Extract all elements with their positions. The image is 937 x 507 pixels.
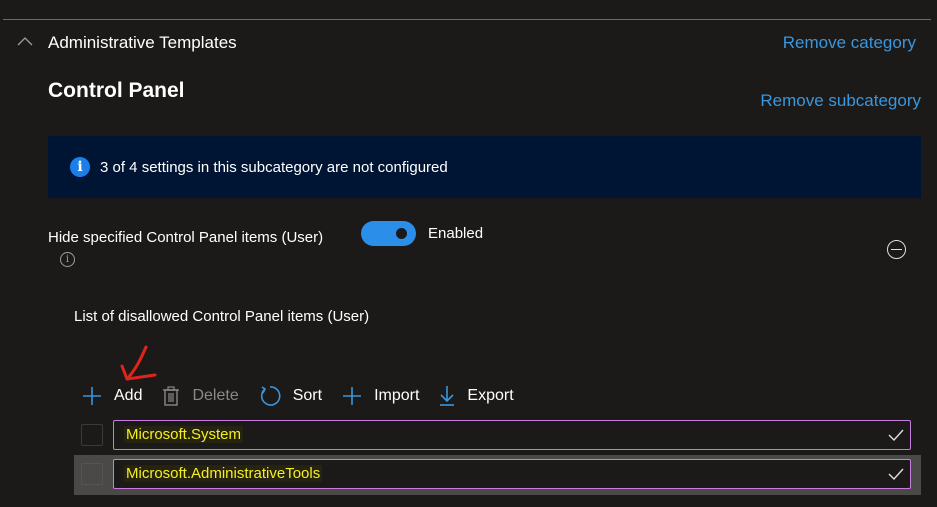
- row-checkbox[interactable]: [81, 463, 103, 485]
- list-label: List of disallowed Control Panel items (…: [74, 308, 370, 325]
- list-toolbar: Add Delete Sort Import Export: [82, 382, 534, 410]
- info-banner: i 3 of 4 settings in this subcategory ar…: [48, 136, 921, 198]
- export-label: Export: [467, 387, 514, 404]
- download-icon: [440, 386, 455, 406]
- plus-icon: [83, 387, 101, 405]
- import-button[interactable]: Import: [342, 386, 419, 406]
- import-label: Import: [374, 387, 420, 404]
- toggle-state-label: Enabled: [428, 225, 484, 242]
- info-banner-text: 3 of 4 settings in this subcategory are …: [100, 158, 448, 176]
- divider: [3, 19, 931, 20]
- trash-icon: [163, 386, 180, 406]
- sort-label: Sort: [292, 387, 323, 404]
- remove-subcategory-link[interactable]: Remove subcategory: [760, 91, 921, 111]
- sort-button[interactable]: Sort: [259, 385, 322, 407]
- annotation-arrow-icon: [120, 345, 157, 381]
- plus-icon: [343, 387, 362, 405]
- remove-category-link[interactable]: Remove category: [783, 33, 916, 53]
- category-title: Administrative Templates: [48, 33, 237, 52]
- delete-button[interactable]: Delete: [162, 386, 239, 406]
- enabled-toggle[interactable]: [361, 221, 416, 246]
- item-text-field[interactable]: Microsoft.AdministrativeTools: [113, 459, 911, 489]
- item-value: Microsoft.AdministrativeTools: [124, 465, 323, 482]
- toggle-knob: [396, 228, 407, 239]
- checkmark-icon: [888, 429, 904, 441]
- list-item: Microsoft.AdministrativeTools: [74, 455, 921, 495]
- chevron-up-icon[interactable]: [17, 36, 33, 46]
- info-icon: i: [70, 157, 90, 177]
- add-button[interactable]: Add: [82, 386, 142, 406]
- remove-setting-icon[interactable]: [887, 240, 906, 259]
- setting-label: Hide specified Control Panel items (User…: [48, 229, 324, 246]
- delete-label: Delete: [192, 387, 239, 404]
- export-button[interactable]: Export: [439, 385, 514, 407]
- row-checkbox[interactable]: [81, 424, 103, 446]
- add-label: Add: [114, 387, 143, 404]
- item-text-field[interactable]: Microsoft.System: [113, 420, 911, 450]
- info-tooltip-icon[interactable]: i: [60, 252, 75, 267]
- checkmark-icon: [888, 468, 904, 480]
- item-value: Microsoft.System: [124, 426, 244, 443]
- subcategory-title: Control Panel: [48, 79, 185, 102]
- list-item: Microsoft.System: [74, 416, 921, 456]
- policy-settings-panel: Administrative Templates Remove category…: [0, 0, 937, 507]
- refresh-icon: [260, 386, 281, 406]
